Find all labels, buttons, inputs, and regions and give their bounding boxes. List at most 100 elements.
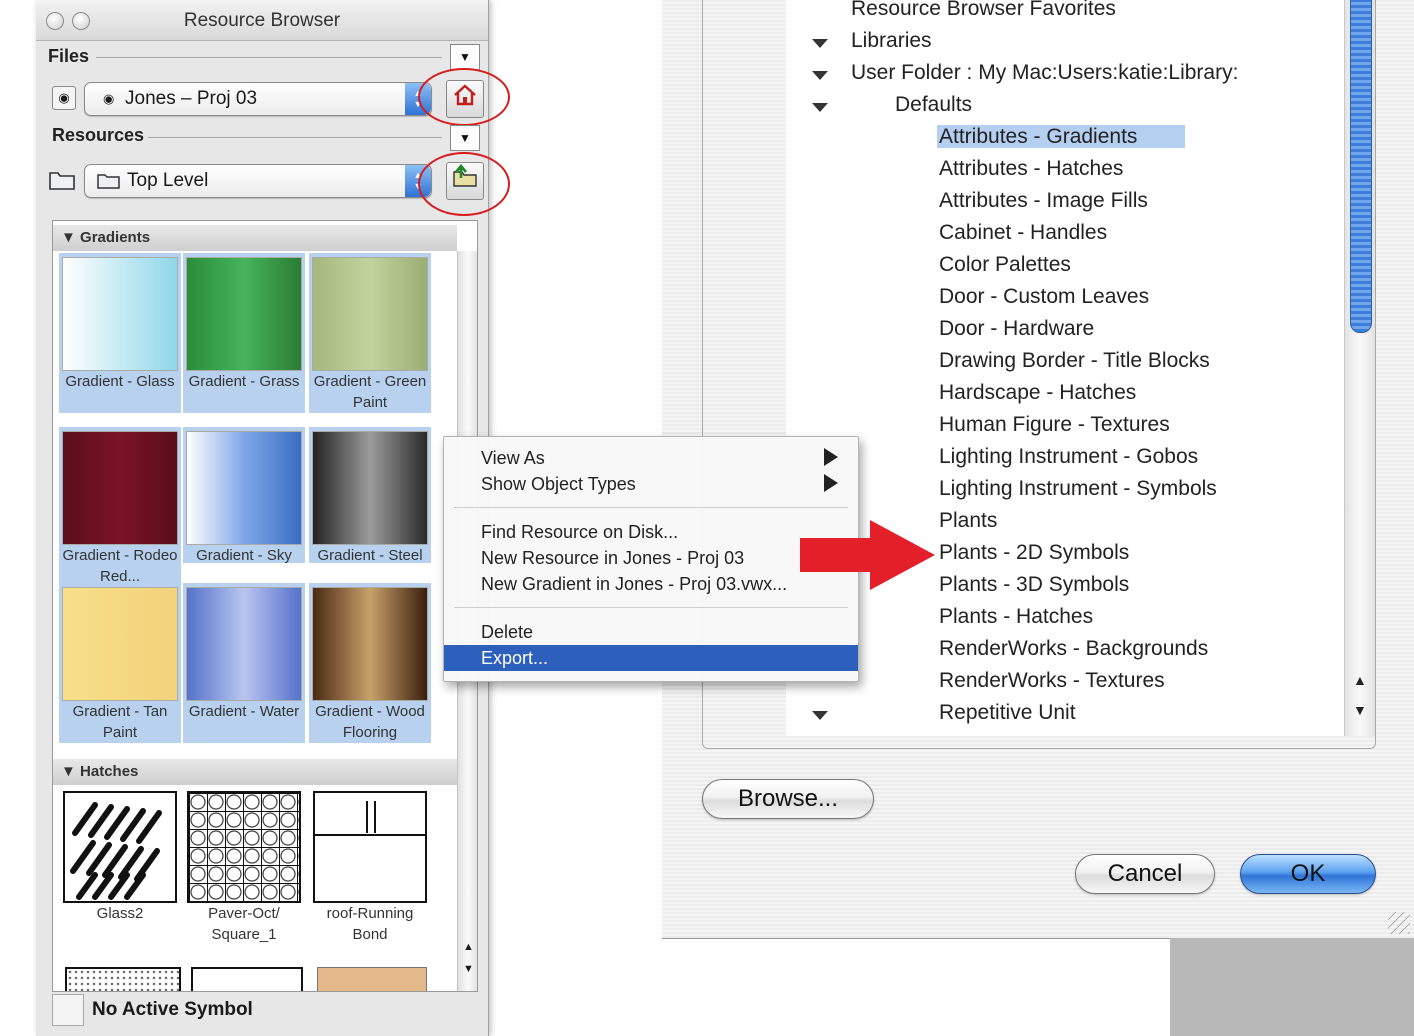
submenu-arrow-icon bbox=[824, 474, 838, 492]
tree-row[interactable]: Hardscape - Hatches bbox=[939, 378, 1136, 408]
scroll-down-arrow-icon[interactable]: ▼ bbox=[1353, 702, 1367, 718]
disclosure-triangle-icon[interactable] bbox=[812, 103, 828, 112]
resources-popup[interactable]: Top Level ▲ ▼ bbox=[84, 164, 432, 198]
scroll-down-arrow-icon[interactable]: ▼ bbox=[463, 963, 474, 975]
tree-row[interactable]: Cabinet - Handles bbox=[939, 218, 1107, 248]
tree-row[interactable]: Attributes - Image Fills bbox=[939, 186, 1148, 216]
tile-label: roof-Running Bond bbox=[326, 905, 414, 943]
resource-browser-palette: Resource Browser Files ▼ ◉ ◉ Jones – Pro… bbox=[36, 0, 510, 1036]
tree-row[interactable]: Repetitive Unit bbox=[939, 698, 1076, 728]
files-section-label: Files bbox=[48, 46, 90, 66]
files-popup[interactable]: ◉ Jones – Proj 03 ▲ ▼ bbox=[84, 82, 432, 116]
tree-row[interactable]: Lighting Instrument - Gobos bbox=[939, 442, 1198, 472]
menu-item-export[interactable]: Export... bbox=[444, 645, 858, 671]
palette-titlebar[interactable]: Resource Browser bbox=[36, 0, 488, 41]
gradient-tile[interactable]: Gradient - Sky bbox=[183, 427, 305, 564]
tree-row[interactable]: RenderWorks - Textures bbox=[939, 666, 1165, 696]
menu-separator bbox=[454, 607, 848, 608]
gradients-group-header[interactable]: ▼ Gradients bbox=[53, 225, 457, 251]
tree-row[interactable]: Color Palettes bbox=[939, 250, 1071, 280]
gradient-tile[interactable]: Gradient - Rodeo Red... bbox=[59, 427, 181, 587]
tree-row-label: Resource Browser Favorites bbox=[851, 0, 1116, 20]
hatch-tile[interactable]: Glass2 bbox=[59, 787, 181, 947]
library-tree[interactable]: Resource Browser Favorites Libraries User … bbox=[786, 0, 1344, 736]
tree-scroll-thumb[interactable] bbox=[1350, 0, 1372, 333]
menu-item-label: New Gradient in Jones - Proj 03.vwx... bbox=[481, 574, 788, 594]
menu-item-view-as[interactable]: View As bbox=[444, 445, 858, 471]
hatch-tile-partial[interactable] bbox=[191, 967, 303, 991]
cancel-button[interactable]: Cancel bbox=[1075, 854, 1215, 894]
hatches-group-header[interactable]: ▼ Hatches bbox=[53, 759, 457, 785]
menu-item-show-object-types[interactable]: Show Object Types bbox=[444, 471, 858, 497]
disclosure-triangle-icon[interactable] bbox=[812, 39, 828, 48]
tree-row[interactable]: Plants bbox=[939, 506, 997, 536]
scroll-up-arrow-icon[interactable]: ▲ bbox=[463, 941, 474, 953]
hatch-tile[interactable]: Paver-Oct/ Square_1 bbox=[183, 787, 305, 947]
disclosure-triangle-icon: ▼ bbox=[61, 229, 76, 246]
tree-row-label: Repetitive Unit bbox=[939, 701, 1076, 724]
tree-row[interactable]: Plants - 3D Symbols bbox=[939, 570, 1129, 600]
menu-item-label: Delete bbox=[481, 622, 534, 642]
menu-item-label: Show Object Types bbox=[481, 474, 636, 494]
tile-label: Gradient - Rodeo Red... bbox=[62, 547, 178, 585]
window-title: Resource Browser bbox=[183, 10, 341, 31]
menu-item-new-resource[interactable]: New Resource in Jones - Proj 03 bbox=[444, 545, 858, 571]
ok-button[interactable]: OK bbox=[1240, 854, 1376, 894]
tree-row[interactable]: RenderWorks - Backgrounds bbox=[939, 634, 1208, 664]
tree-row-label: Plants bbox=[939, 509, 998, 532]
menu-item-delete[interactable]: Delete bbox=[444, 619, 858, 645]
tree-row-label: Attributes - Hatches bbox=[939, 157, 1124, 180]
resource-list[interactable]: ▼ Gradients Gradient - Glass Gradient - … bbox=[52, 220, 478, 992]
tree-row-label: Drawing Border - Title Blocks bbox=[939, 349, 1210, 372]
gradient-swatch bbox=[312, 587, 428, 701]
hatch-tile-partial[interactable] bbox=[65, 967, 181, 991]
tree-row-label: Plants - 2D Symbols bbox=[939, 541, 1130, 564]
tree-row[interactable]: Libraries bbox=[851, 26, 932, 56]
resources-popup-value: Top Level bbox=[127, 170, 209, 191]
tree-row[interactable]: Lighting Instrument - Symbols bbox=[939, 474, 1217, 504]
tile-label: Gradient - Wood Flooring bbox=[315, 703, 425, 741]
tree-row[interactable]: Attributes - Hatches bbox=[939, 154, 1123, 184]
menu-separator bbox=[454, 507, 848, 508]
tile-label: Gradient - Sky bbox=[196, 547, 292, 564]
tree-row[interactable]: Door - Hardware bbox=[939, 314, 1094, 344]
tree-row[interactable]: Defaults bbox=[895, 90, 972, 120]
disclosure-triangle-icon[interactable] bbox=[812, 71, 828, 80]
resources-menu-button[interactable]: ▼ bbox=[450, 125, 480, 151]
tree-row-label: Hardscape - Hatches bbox=[939, 381, 1137, 404]
gradient-tile[interactable]: Gradient - Steel bbox=[309, 427, 431, 564]
gradient-tile[interactable]: Gradient - Green Paint bbox=[309, 253, 431, 413]
browse-button[interactable]: Browse... bbox=[702, 779, 874, 819]
tree-row[interactable]: Attributes - Gradients bbox=[937, 122, 1186, 152]
disclosure-triangle-icon[interactable] bbox=[812, 711, 828, 720]
menu-item-new-gradient[interactable]: New Gradient in Jones - Proj 03.vwx... bbox=[444, 571, 858, 597]
gradient-tile[interactable]: Gradient - Grass bbox=[183, 253, 305, 413]
hatch-tile[interactable]: roof-Running Bond bbox=[309, 787, 431, 947]
scroll-up-arrow-icon[interactable]: ▲ bbox=[1353, 672, 1367, 688]
tree-row-label: Human Figure - Textures bbox=[939, 413, 1170, 436]
gradient-tile[interactable]: Gradient - Glass bbox=[59, 253, 181, 413]
tree-row[interactable]: Plants - 2D Symbols bbox=[939, 538, 1129, 568]
gradient-tile[interactable]: Gradient - Wood Flooring bbox=[309, 583, 431, 743]
tree-row[interactable]: Resource Browser Favorites bbox=[851, 0, 1116, 24]
resize-grip-icon[interactable] bbox=[1388, 912, 1410, 934]
gradient-tile[interactable]: Gradient - Tan Paint bbox=[59, 583, 181, 743]
gradient-swatch bbox=[62, 587, 178, 701]
tree-row[interactable]: Human Figure - Textures bbox=[939, 410, 1170, 440]
files-menu-button[interactable]: ▼ bbox=[450, 44, 480, 70]
gradient-swatch bbox=[186, 431, 302, 545]
gradient-tile[interactable]: Gradient - Water bbox=[183, 583, 305, 743]
tree-vertical-scrollbar[interactable]: ▲ ▼ bbox=[1344, 0, 1375, 736]
tree-row[interactable]: Drawing Border - Title Blocks bbox=[939, 346, 1210, 376]
menu-item-find-resource[interactable]: Find Resource on Disk... bbox=[444, 519, 858, 545]
tree-row[interactable]: Door - Custom Leaves bbox=[939, 282, 1149, 312]
status-bar: No Active Symbol bbox=[50, 990, 476, 1030]
tree-row[interactable]: Plants - Hatches bbox=[939, 602, 1093, 632]
file-icon: ◉ bbox=[103, 91, 115, 106]
tree-row[interactable]: User Folder : My Mac:Users:katie:Library… bbox=[851, 58, 1238, 88]
document-icon: ◉ bbox=[52, 86, 76, 110]
tree-row-label: Attributes - Image Fills bbox=[939, 189, 1148, 212]
texture-tile-partial[interactable] bbox=[317, 967, 427, 991]
tree-row-label: Attributes - Gradients bbox=[937, 125, 1186, 148]
tree-row-label: RenderWorks - Textures bbox=[939, 669, 1165, 692]
